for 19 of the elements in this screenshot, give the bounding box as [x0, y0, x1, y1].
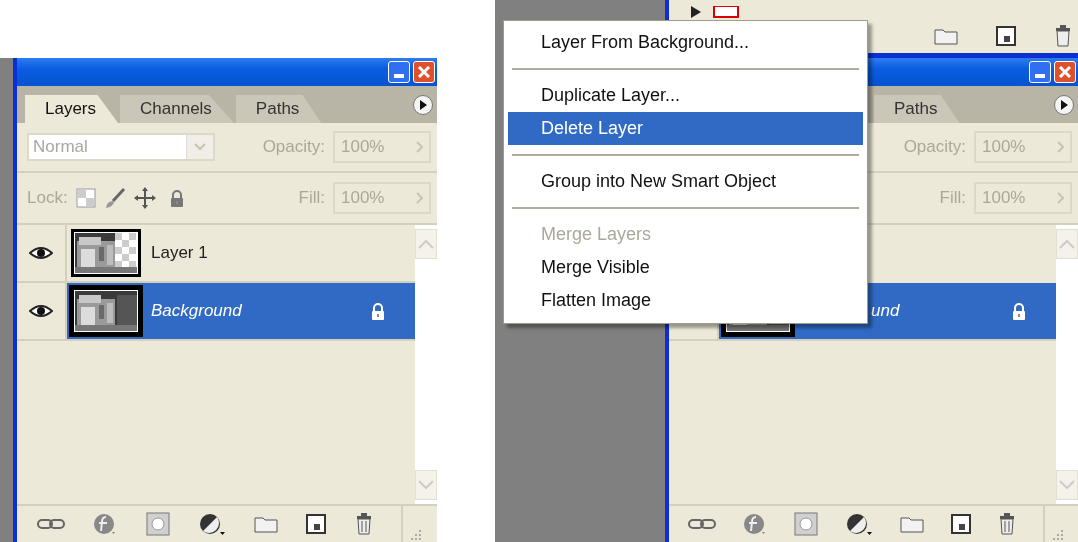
lock-label: Lock: [27, 188, 68, 208]
tab[interactable]: Layers [25, 95, 119, 123]
layer-row[interactable]: Background [67, 283, 415, 339]
menu-item[interactable]: Layer From Background... [508, 26, 863, 59]
opacity-label: Opacity: [262, 137, 325, 157]
opacity-label: Opacity: [903, 137, 966, 157]
layer-name: und [870, 301, 900, 321]
layer-name: Layer 1 [151, 243, 208, 263]
tab[interactable]: Paths [235, 95, 322, 123]
tab[interactable]: Paths [874, 95, 960, 123]
menu-item[interactable]: Merge Visible [508, 251, 863, 284]
menu-item[interactable]: Delete Layer [508, 112, 863, 145]
menu-item[interactable]: Duplicate Layer... [508, 79, 863, 112]
fill-label: Fill: [939, 188, 966, 208]
tab[interactable]: Channels [120, 95, 234, 123]
layer-name: Background [151, 301, 242, 321]
menu-item[interactable]: Group into New Smart Object [508, 165, 863, 198]
fill-label: Fill: [298, 188, 325, 208]
layer-row[interactable]: Layer 1 [67, 225, 415, 281]
